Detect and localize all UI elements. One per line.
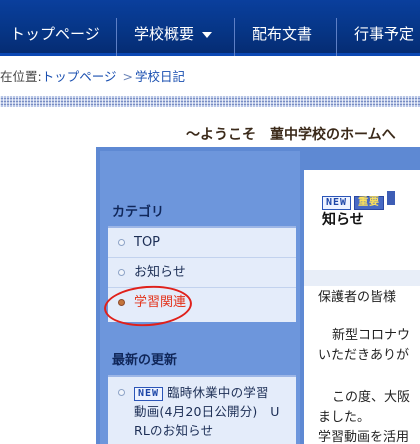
nav-separator — [234, 18, 235, 56]
new-badge: NEW — [134, 387, 164, 401]
recent-update-line: 臨時休業中の学習 — [167, 385, 269, 400]
recent-update-line: RLのお知らせ — [134, 423, 214, 438]
article-title[interactable]: 知らせ — [322, 209, 364, 229]
article-text: ました。 — [318, 410, 371, 425]
breadcrumb-prefix: 在位置: — [0, 69, 42, 84]
breadcrumb: 在位置:トップページ > 学校日記 — [0, 66, 185, 86]
recent-updates-heading: 最新の更新 — [112, 353, 178, 368]
bullet-icon — [118, 269, 125, 276]
nav-item-school-overview[interactable]: 学校概要 — [134, 0, 213, 56]
category-item-label: お知らせ — [134, 265, 186, 280]
nav-item-top-page[interactable]: トップページ — [10, 0, 100, 56]
important-badge: 重要 — [354, 196, 385, 210]
breadcrumb-link-school-diary[interactable]: 学校日記 — [135, 69, 185, 84]
article-text: この度、大阪 — [332, 390, 411, 405]
chevron-down-icon — [202, 31, 213, 38]
article-text: 学習動画を活用 — [318, 430, 410, 444]
top-nav: トップページ 学校概要 配布文書 行事予定 — [0, 0, 420, 56]
breadcrumb-separator: > — [122, 69, 133, 84]
new-badge: NEW — [322, 196, 352, 210]
decorative-band — [0, 96, 420, 107]
nav-item-documents[interactable]: 配布文書 — [252, 0, 312, 56]
article-text: いただきありが — [318, 348, 410, 363]
recent-updates-list: NEW 臨時休業中の学習 動画(4月20日公開分) U RLのお知らせ — [108, 375, 296, 444]
breadcrumb-link-top-page[interactable]: トップページ — [42, 69, 117, 84]
article-panel: NEW 重要 知らせ 保護者の皆様 新型コロナウ いただきありが この度、大阪 ま… — [304, 170, 420, 444]
category-item-top[interactable]: TOP — [108, 228, 296, 258]
category-item-label: TOP — [134, 235, 161, 250]
category-item-news[interactable]: お知らせ — [108, 258, 296, 288]
nav-separator — [116, 18, 117, 56]
nav-item-school-overview-label: 学校概要 — [134, 25, 195, 43]
recent-update-line: 動画(4月20日公開分) U — [134, 404, 280, 419]
nav-item-events[interactable]: 行事予定 — [354, 0, 414, 56]
article-text: 新型コロナウ — [332, 328, 411, 343]
divider — [304, 270, 420, 286]
recent-update-item[interactable]: NEW 臨時休業中の学習 動画(4月20日公開分) U RLのお知らせ — [134, 383, 294, 440]
article-text: 保護者の皆様 — [318, 290, 397, 305]
article-badges: NEW 重要 — [322, 191, 396, 210]
category-heading: カテゴリ — [112, 205, 165, 220]
bullet-icon — [118, 389, 125, 396]
badge-fragment — [387, 191, 396, 205]
bullet-icon — [118, 239, 125, 246]
nav-separator — [336, 18, 337, 56]
welcome-banner: ～ようこそ 菫中学校のホームへ — [186, 127, 396, 143]
